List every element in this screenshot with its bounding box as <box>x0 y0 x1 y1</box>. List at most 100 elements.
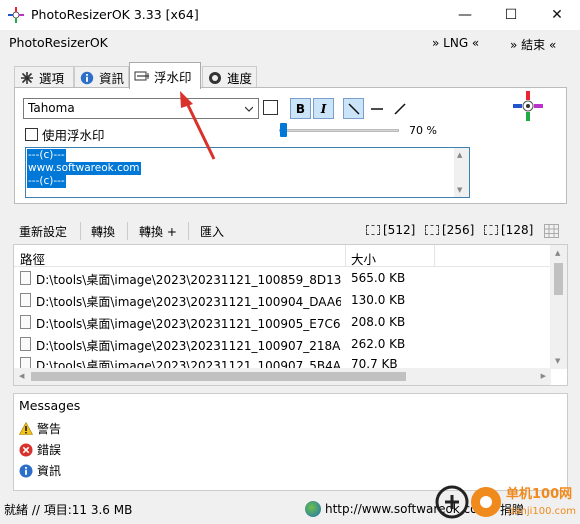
file-path: D:\tools\桌面\image\2023\20231121_100907_2… <box>36 339 341 353</box>
message-error[interactable]: 錯誤 <box>19 441 61 458</box>
file-list-header: 路徑 大小 <box>14 245 551 267</box>
column-header-path[interactable]: 路徑 <box>20 249 45 268</box>
svg-text:单机100网: 单机100网 <box>506 486 572 502</box>
horizontal-button[interactable] <box>366 98 387 119</box>
watermark-text-area[interactable]: ---(c)--- www.softwareok.com ---(c)--- ▲… <box>25 147 470 198</box>
maximize-glyph: ☐ <box>504 7 518 23</box>
scroll-down-icon[interactable]: ▼ <box>457 186 462 194</box>
table-row[interactable]: D:\tools\桌面\image\2023\20231121_100905_E… <box>14 312 551 333</box>
file-icon <box>20 337 31 351</box>
convert-plus-button[interactable]: 轉換 + <box>139 223 177 240</box>
message-warning[interactable]: 警告 <box>19 420 61 437</box>
menu-bar: PhotoResizerOK » LNG « » 結束 « <box>0 32 580 54</box>
maximize-button[interactable]: ☐ <box>488 0 534 30</box>
file-list-vscrollbar[interactable]: ▲ ▼ <box>550 245 567 369</box>
tab-watermark-label: 浮水印 <box>154 69 192 85</box>
tab-progress[interactable]: 進度 <box>202 66 257 88</box>
crop-icon <box>484 225 498 235</box>
file-size: 208.0 KB <box>351 315 406 329</box>
italic-label: I <box>320 101 327 116</box>
horizontal-line-icon <box>370 107 383 110</box>
warning-icon <box>19 422 33 436</box>
tab-info[interactable]: 資訊 <box>74 66 129 88</box>
toolbar-separator <box>127 222 128 240</box>
column-divider[interactable] <box>345 245 346 267</box>
diagonal-up-button[interactable] <box>389 98 410 119</box>
file-list-hscrollbar[interactable]: ◀ ▶ <box>14 368 551 385</box>
use-watermark-checkbox[interactable]: 使用浮水印 <box>25 125 105 144</box>
message-info-label: 資訊 <box>37 464 62 478</box>
convert-button[interactable]: 轉換 <box>91 223 115 240</box>
menu-language[interactable]: » LNG « <box>432 36 479 50</box>
file-path: D:\tools\桌面\image\2023\20231121_100904_D… <box>36 295 341 309</box>
tab-progress-label: 進度 <box>227 71 253 86</box>
scroll-up-icon[interactable]: ▲ <box>555 249 560 257</box>
action-toolbar: 重新設定 轉換 轉換 + 匯入 [512] [256] [128] <box>0 220 580 242</box>
file-icon <box>20 271 31 285</box>
opacity-slider-thumb[interactable] <box>280 123 287 137</box>
message-warning-label: 警告 <box>37 422 62 436</box>
font-select[interactable]: Tahoma <box>23 98 259 119</box>
reset-button[interactable]: 重新設定 <box>19 223 67 240</box>
opacity-slider-track[interactable] <box>279 129 399 132</box>
window-title: PhotoResizerOK 3.33 [x64] <box>31 7 199 22</box>
scroll-left-icon[interactable]: ◀ <box>19 372 24 380</box>
watermark-line-2: www.softwareok.com <box>27 162 141 175</box>
message-info[interactable]: 資訊 <box>19 462 61 479</box>
info-icon <box>19 464 33 478</box>
scroll-down-icon[interactable]: ▼ <box>555 357 560 365</box>
resize-128-label: [128] <box>501 223 534 237</box>
tab-options[interactable]: 選項 <box>14 66 74 88</box>
italic-button[interactable]: I <box>313 98 334 119</box>
color-picker[interactable] <box>263 100 278 115</box>
title-bar: PhotoResizerOK 3.33 [x64] — ☐ ✕ <box>0 0 580 30</box>
opacity-label: 70 % <box>409 124 437 137</box>
close-button[interactable]: ✕ <box>534 0 580 30</box>
minimize-button[interactable]: — <box>442 0 488 30</box>
diagonal-down-button[interactable] <box>343 98 364 119</box>
menu-exit[interactable]: » 結束 « <box>510 36 556 53</box>
messages-panel: Messages 警告 錯誤 資訊 <box>13 393 568 491</box>
column-divider[interactable] <box>434 245 435 267</box>
tab-strip: 選項 資訊 浮水印 進度 <box>0 62 580 89</box>
table-row[interactable]: D:\tools\桌面\image\2023\20231121_100907_2… <box>14 334 551 355</box>
file-list: 路徑 大小 D:\tools\桌面\image\2023\20231121_10… <box>13 244 568 386</box>
grid-view-icon[interactable] <box>544 224 559 238</box>
resize-512-button[interactable]: [512] <box>366 223 415 237</box>
table-row[interactable]: D:\tools\桌面\image\2023\20231121_100859_8… <box>14 268 551 289</box>
bold-button[interactable]: B <box>290 98 311 119</box>
table-row[interactable]: D:\tools\桌面\image\2023\20231121_100904_D… <box>14 290 551 311</box>
menu-app[interactable]: PhotoResizerOK <box>9 35 108 50</box>
checkbox-box[interactable] <box>25 128 38 141</box>
resize-256-label: [256] <box>442 223 475 237</box>
error-icon <box>19 443 33 457</box>
app-logo-icon <box>513 91 543 121</box>
diagonal-down-icon <box>347 102 360 115</box>
font-select-value: Tahoma <box>28 101 75 115</box>
scrollbar-thumb[interactable] <box>31 372 406 381</box>
scrollbar-thumb[interactable] <box>554 263 563 295</box>
table-row[interactable]: D:\tools\桌面\image\2023\20231121_100907_5… <box>14 354 551 369</box>
file-path: D:\tools\桌面\image\2023\20231121_100859_8… <box>36 273 341 287</box>
tab-info-label: 資訊 <box>99 71 125 86</box>
resize-256-button[interactable]: [256] <box>425 223 474 237</box>
progress-icon <box>207 70 223 86</box>
scroll-right-icon[interactable]: ▶ <box>541 372 546 380</box>
watermark-panel: Tahoma B I 使用浮水印 70 % ---(c)--- www.soft… <box>14 87 567 204</box>
textarea-scrollbar[interactable]: ▲ ▼ <box>454 148 469 197</box>
crop-icon <box>425 225 439 235</box>
message-error-label: 錯誤 <box>37 443 62 457</box>
chevron-down-icon <box>245 106 253 112</box>
crop-icon <box>366 225 380 235</box>
tab-watermark[interactable]: 浮水印 <box>129 62 201 89</box>
column-header-size[interactable]: 大小 <box>351 249 376 268</box>
import-button[interactable]: 匯入 <box>200 223 224 240</box>
watermark-icon <box>134 68 150 84</box>
resize-128-button[interactable]: [128] <box>484 223 533 237</box>
svg-text:danji100.com: danji100.com <box>508 506 576 517</box>
file-path: D:\tools\桌面\image\2023\20231121_100905_E… <box>36 317 341 331</box>
messages-title: Messages <box>19 398 81 413</box>
scroll-up-icon[interactable]: ▲ <box>457 151 462 159</box>
file-size: 130.0 KB <box>351 293 406 307</box>
file-size: 565.0 KB <box>351 271 406 285</box>
